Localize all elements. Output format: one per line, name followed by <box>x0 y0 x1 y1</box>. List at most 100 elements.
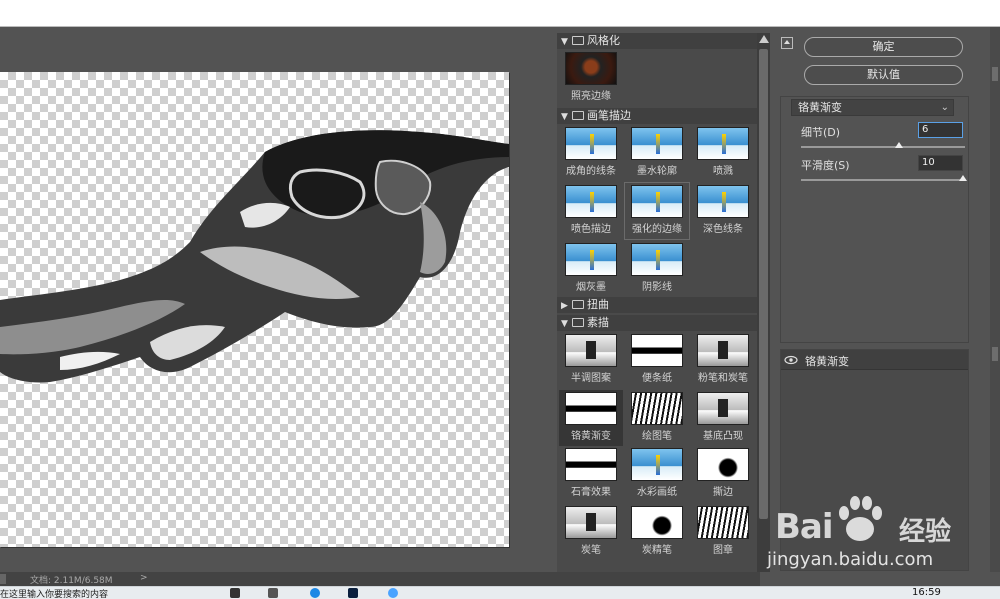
filter-select[interactable]: 铬黄渐变 ⌄ <box>791 99 954 116</box>
smoothness-slider-handle[interactable] <box>959 175 967 181</box>
status-bar: 文档: 2.11M/6.58M > <box>0 572 760 586</box>
filter-gallery[interactable]: ▼ 风格化 照亮边缘 ▼ 画笔描边 成角的线条 墨水轮廓 喷溅 喷色描边 强化的边缘 <box>557 33 757 572</box>
filter-select-value: 铬黄渐变 <box>798 101 842 114</box>
taskbar-search-text[interactable]: 在这里输入你要搜索的内容 <box>0 587 108 599</box>
scrollbar-thumb[interactable] <box>759 49 768 519</box>
filter-thumbnail <box>565 52 617 85</box>
preview-area[interactable] <box>0 27 555 572</box>
effect-layer-row[interactable]: 铬黄渐变 <box>781 350 968 370</box>
filter-torn-edges[interactable]: 撕边 <box>691 446 755 502</box>
filter-label: 强化的边缘 <box>632 224 682 235</box>
detail-input[interactable]: 6 <box>918 122 963 138</box>
filter-halftone-pattern[interactable]: 半调图案 <box>559 332 623 388</box>
filter-thumbnail <box>631 448 683 481</box>
filter-thumbnail <box>631 334 683 367</box>
filter-label: 水彩画纸 <box>637 487 677 498</box>
filter-label: 阴影线 <box>642 282 672 293</box>
filter-dark-strokes[interactable]: 深色线条 <box>691 183 755 239</box>
photoshop-icon[interactable] <box>348 588 358 598</box>
category-stylize[interactable]: ▼ 风格化 <box>557 33 757 49</box>
filter-thumbnail <box>565 334 617 367</box>
category-label: 风格化 <box>587 34 620 47</box>
edge-marker <box>992 347 998 361</box>
smoothness-slider[interactable] <box>801 179 965 181</box>
filter-graphic-pen[interactable]: 绘图笔 <box>625 390 689 446</box>
effect-layer-name: 铬黄渐变 <box>805 355 849 368</box>
expand-arrow-icon: ▼ <box>561 319 568 329</box>
filter-gallery-window: ▼ 风格化 照亮边缘 ▼ 画笔描边 成角的线条 墨水轮廓 喷溅 喷色描边 强化的边缘 <box>0 0 1000 599</box>
folder-icon <box>572 318 584 327</box>
filter-stamp[interactable]: 图章 <box>691 504 755 560</box>
filter-label: 绘图笔 <box>642 431 672 442</box>
category-label: 素描 <box>587 316 609 329</box>
category-sketch[interactable]: ▼ 素描 <box>557 315 757 331</box>
category-distort[interactable]: ▶ 扭曲 <box>557 297 757 313</box>
filter-sumi-e[interactable]: 烟灰墨 <box>559 241 623 297</box>
filter-thumbnail <box>631 243 683 276</box>
filter-label: 半调图案 <box>571 373 611 384</box>
windows-taskbar: 在这里输入你要搜索的内容 16:59 <box>0 586 1000 599</box>
filter-sprayed-strokes[interactable]: 喷色描边 <box>559 183 623 239</box>
filter-thumbnail <box>697 392 749 425</box>
collapse-gallery-icon[interactable] <box>781 37 793 49</box>
filter-thumbnail <box>631 392 683 425</box>
filter-thumbnail <box>697 506 749 539</box>
status-arrow[interactable]: > <box>140 573 148 583</box>
filter-thumbnail <box>697 448 749 481</box>
filter-thumbnail <box>565 185 617 218</box>
filter-chrome[interactable]: 铬黄渐变 <box>559 390 623 446</box>
document-info: 文档: 2.11M/6.58M <box>30 576 113 586</box>
folder-icon <box>572 111 584 120</box>
filter-label: 便条纸 <box>642 373 672 384</box>
smoothness-label: 平滑度(S) <box>801 159 850 172</box>
task-view-icon[interactable] <box>268 588 278 598</box>
filter-angled-strokes[interactable]: 成角的线条 <box>559 125 623 181</box>
detail-slider[interactable] <box>801 146 965 148</box>
search-icon[interactable] <box>230 588 240 598</box>
filter-label: 照亮边缘 <box>571 91 611 102</box>
filter-spatter[interactable]: 喷溅 <box>691 125 755 181</box>
filter-thumbnail <box>565 243 617 276</box>
filter-ink-outlines[interactable]: 墨水轮廓 <box>625 125 689 181</box>
app-icon[interactable] <box>310 588 320 598</box>
filter-label: 深色线条 <box>703 224 743 235</box>
collapse-arrow-icon: ▶ <box>561 301 568 311</box>
filter-label: 撕边 <box>713 487 733 498</box>
settings-panel: 确定 默认值 铬黄渐变 ⌄ 细节(D) 6 平滑度(S) 10 铬黄渐变 <box>772 27 990 572</box>
eye-icon[interactable] <box>784 354 798 366</box>
filter-note-paper[interactable]: 便条纸 <box>625 332 689 388</box>
edge-marker <box>992 67 998 81</box>
browser-icon[interactable] <box>388 588 398 598</box>
filter-thumbnail <box>697 185 749 218</box>
filter-chalk-charcoal[interactable]: 粉笔和炭笔 <box>691 332 755 388</box>
filter-accented-edges[interactable]: 强化的边缘 <box>624 182 690 240</box>
preview-canvas[interactable] <box>0 72 509 547</box>
filter-glowing-edges[interactable]: 照亮边缘 <box>559 50 623 106</box>
folder-icon <box>572 300 584 309</box>
filter-label: 图章 <box>713 545 733 556</box>
default-button[interactable]: 默认值 <box>804 65 963 85</box>
ok-button[interactable]: 确定 <box>804 37 963 57</box>
detail-slider-handle[interactable] <box>895 142 904 148</box>
category-brush-strokes[interactable]: ▼ 画笔描边 <box>557 108 757 124</box>
gallery-scrollbar[interactable] <box>757 33 770 572</box>
filter-charcoal[interactable]: 炭笔 <box>559 504 623 560</box>
category-label: 扭曲 <box>587 298 609 311</box>
filter-water-paper[interactable]: 水彩画纸 <box>625 446 689 502</box>
expand-arrow-icon: ▼ <box>561 112 568 122</box>
smoothness-input[interactable]: 10 <box>918 155 963 171</box>
scroll-up-icon[interactable] <box>759 35 769 43</box>
filter-label: 成角的线条 <box>566 166 616 177</box>
filter-crosshatch[interactable]: 阴影线 <box>625 241 689 297</box>
zoom-control[interactable] <box>0 574 6 584</box>
filter-thumbnail <box>565 127 617 160</box>
category-label: 画笔描边 <box>587 109 631 122</box>
filter-thumbnail <box>565 448 617 481</box>
filter-plaster[interactable]: 石膏效果 <box>559 446 623 502</box>
title-bar <box>0 0 1000 27</box>
filter-bas-relief[interactable]: 基底凸现 <box>691 390 755 446</box>
filter-thumbnail <box>565 392 617 425</box>
clock-time[interactable]: 16:59 <box>912 587 941 598</box>
filter-label: 石膏效果 <box>571 487 611 498</box>
filter-conte-crayon[interactable]: 炭精笔 <box>625 504 689 560</box>
